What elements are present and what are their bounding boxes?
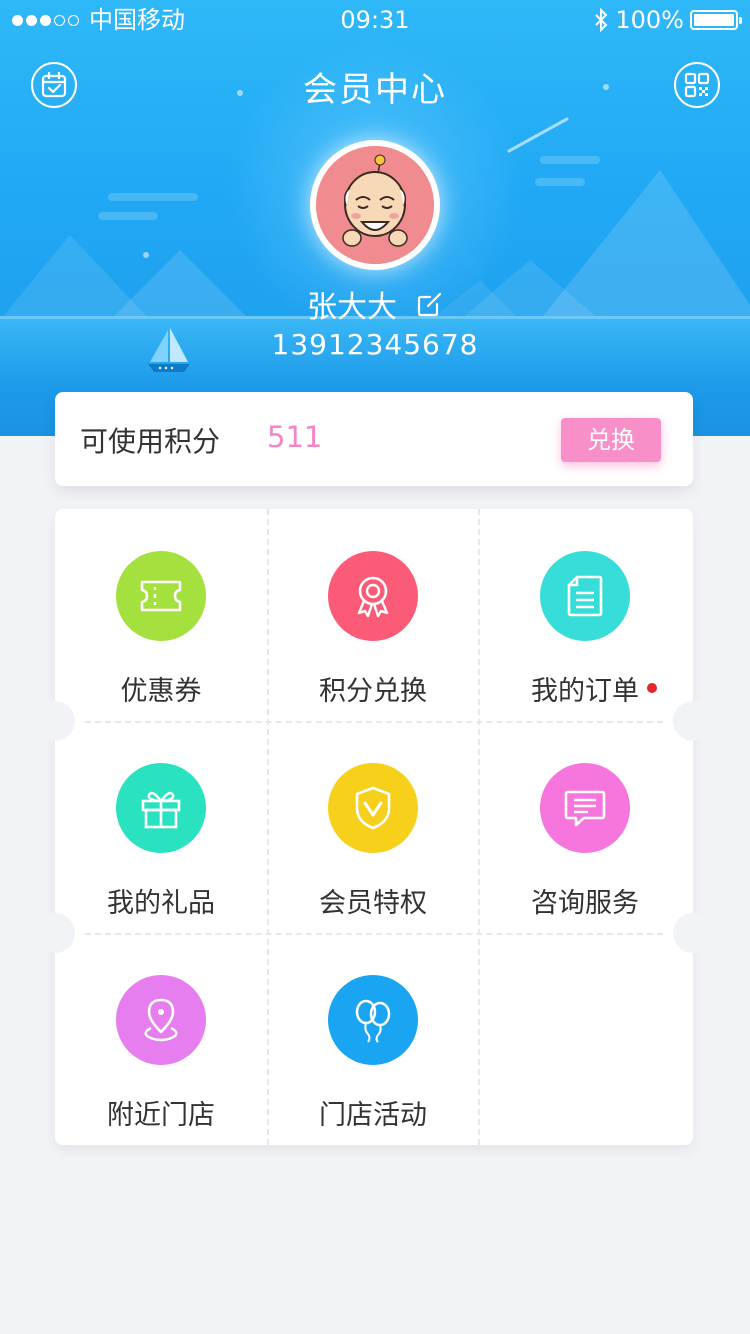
menu-item-label: 我的订单 (531, 669, 657, 708)
document-icon (567, 575, 603, 617)
battery-icon (690, 10, 742, 30)
status-bar: 中国移动 09:31 100% (0, 0, 750, 40)
phone-number: 13912345678 (271, 328, 479, 361)
menu-item-coupons[interactable]: 优惠券 (55, 509, 267, 721)
old-man-avatar-icon (316, 146, 434, 264)
menu-item-member-privileges[interactable]: 会员特权 (267, 721, 479, 933)
cloud-bar (535, 178, 585, 186)
menu-item-text: 我的订单 (531, 676, 639, 707)
medal-icon-circle (328, 551, 418, 641)
gift-icon (141, 791, 181, 829)
cloud-bar (108, 193, 198, 201)
balloon-icon (355, 999, 391, 1043)
menu-item-nearby-stores[interactable]: 附近门店 (55, 933, 267, 1145)
menu-item-label: 我的礼品 (107, 888, 215, 919)
points-value: 511 (267, 420, 323, 454)
menu-item-label: 咨询服务 (531, 888, 639, 919)
message-icon (564, 790, 606, 827)
shooting-star (507, 117, 569, 153)
cloud-bar (98, 212, 158, 220)
menu-item-points-exchange[interactable]: 积分兑换 (267, 509, 479, 721)
menu-item-my-gifts[interactable]: 我的礼品 (55, 721, 267, 933)
username: 张大大 (307, 290, 397, 325)
qr-code-button[interactable] (674, 62, 720, 108)
star-dot (143, 252, 149, 258)
status-right: 100% (593, 0, 742, 40)
cloud-bar (540, 156, 600, 164)
location-pin-icon (144, 998, 178, 1042)
battery-percent: 100% (615, 6, 684, 34)
shield-v-icon (355, 786, 391, 830)
menu-item-label: 会员特权 (319, 888, 427, 919)
page-title: 会员中心 (303, 70, 447, 110)
avatar-image (316, 146, 434, 264)
order-icon-circle (540, 551, 630, 641)
points-label: 可使用积分 (80, 425, 221, 458)
notification-badge (647, 683, 657, 693)
balloon-icon-circle (328, 975, 418, 1065)
ticket-icon (140, 580, 182, 612)
menu-item-label: 附近门店 (107, 1100, 215, 1131)
menu-item-consulting[interactable]: 咨询服务 (479, 721, 691, 933)
location-icon-circle (116, 975, 206, 1065)
menu-item-label: 门店活动 (319, 1100, 427, 1131)
avatar[interactable] (310, 140, 440, 270)
edit-icon[interactable] (417, 291, 443, 317)
header-banner: 中国移动 09:31 100% 会员中心 张大大 13912345678 (0, 0, 750, 436)
medal-icon (357, 576, 389, 618)
points-card: 可使用积分 511 兑换 (55, 392, 693, 486)
gift-icon-circle (116, 763, 206, 853)
coupon-icon-circle (116, 551, 206, 641)
privilege-icon-circle (328, 763, 418, 853)
username-row: 张大大 (0, 282, 750, 326)
exchange-button[interactable]: 兑换 (561, 418, 661, 462)
menu-grid: 优惠券 积分兑换 我的订单 我的礼品 会员特权 咨询服务 附近门店 门店活动 (35, 509, 713, 1145)
menu-item-label: 积分兑换 (319, 676, 427, 707)
menu-item-my-orders[interactable]: 我的订单 (479, 509, 691, 721)
menu-item-store-events[interactable]: 门店活动 (267, 933, 479, 1145)
message-icon-circle (540, 763, 630, 853)
qr-code-icon (684, 72, 710, 98)
menu-item-label: 优惠券 (120, 676, 202, 707)
bluetooth-icon (595, 8, 608, 32)
